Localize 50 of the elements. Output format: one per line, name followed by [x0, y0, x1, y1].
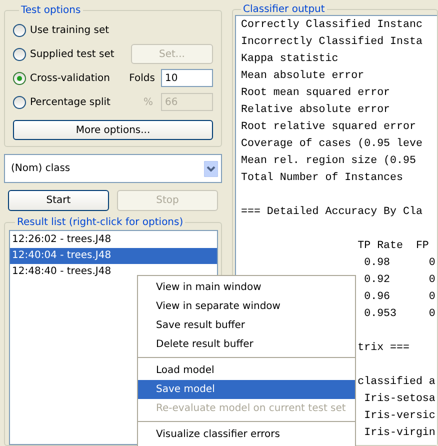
output-line: 0.98 0 [364, 257, 436, 269]
output-line: Mean absolute error [241, 70, 364, 82]
radio-button[interactable] [13, 96, 26, 108]
result-item[interactable]: 12:26:02 - trees.J48 [10, 232, 217, 248]
group-title: Classifier output [242, 4, 326, 15]
radio-label[interactable]: Cross-validation [30, 72, 110, 84]
class-dropdown[interactable]: (Nom) class [4, 154, 222, 183]
output-line: Iris-versic [364, 410, 436, 422]
result-item[interactable]: 12:40:04 - trees.J48 [10, 248, 217, 264]
output-line: Root mean squared error [241, 87, 390, 99]
output-line: Coverage of cases (0.95 leve [241, 138, 422, 150]
output-line: 0.96 0 [364, 291, 436, 303]
radio-label[interactable]: Use training set [30, 24, 110, 36]
group-title: Test options [20, 5, 82, 16]
menu-item[interactable]: Save model [138, 380, 355, 399]
menu-item[interactable]: Delete result buffer [138, 335, 355, 354]
output-line: === Detailed Accuracy By Cla [241, 206, 422, 218]
chevron-down-icon[interactable] [204, 160, 218, 176]
radio-button[interactable] [13, 72, 26, 84]
output-line: Correctly Classified Instanc [241, 19, 422, 31]
menu-item[interactable]: View in separate window [138, 297, 355, 316]
output-line: 0.953 0 [364, 308, 436, 320]
menu-item[interactable]: Save result buffer [138, 316, 355, 335]
output-line: Total Number of Instances [241, 172, 403, 184]
output-line: TP Rate FP [358, 240, 429, 252]
more-options-button[interactable]: More options... [13, 120, 213, 140]
radio-label[interactable]: Percentage split [30, 96, 110, 108]
result-item[interactable]: 12:48:40 - trees.J48 [10, 264, 217, 280]
output-line: trix === [358, 342, 410, 354]
output-line: Relative absolute error [241, 104, 390, 116]
radio-button[interactable] [13, 24, 26, 36]
start-button[interactable]: Start [8, 190, 109, 211]
percent-label: % [143, 96, 153, 108]
output-line: Root relative squared error [241, 121, 416, 133]
menu-item[interactable]: Load model [138, 361, 355, 380]
menu-item[interactable]: Visualize classifier errors [138, 425, 355, 444]
output-line: Mean rel. region size (0.95 [241, 155, 416, 167]
dropdown-value: (Nom) class [11, 163, 70, 174]
radio-button[interactable] [13, 48, 26, 60]
output-line: Iris-virgin [364, 427, 436, 439]
menu-item[interactable]: View in main window [138, 278, 355, 297]
output-line: Iris-setosa [364, 393, 436, 405]
output-line: Kappa statistic [241, 53, 338, 65]
radio-label[interactable]: Supplied test set [30, 48, 114, 60]
folds-label: Folds [129, 72, 155, 84]
folds-input[interactable]: 10 [161, 69, 213, 87]
output-line: Incorrectly Classified Insta [241, 36, 422, 48]
output-line: 0.92 0 [364, 274, 436, 286]
output-line: classified a [358, 376, 436, 388]
group-title: Result list (right-click for options) [16, 217, 184, 228]
